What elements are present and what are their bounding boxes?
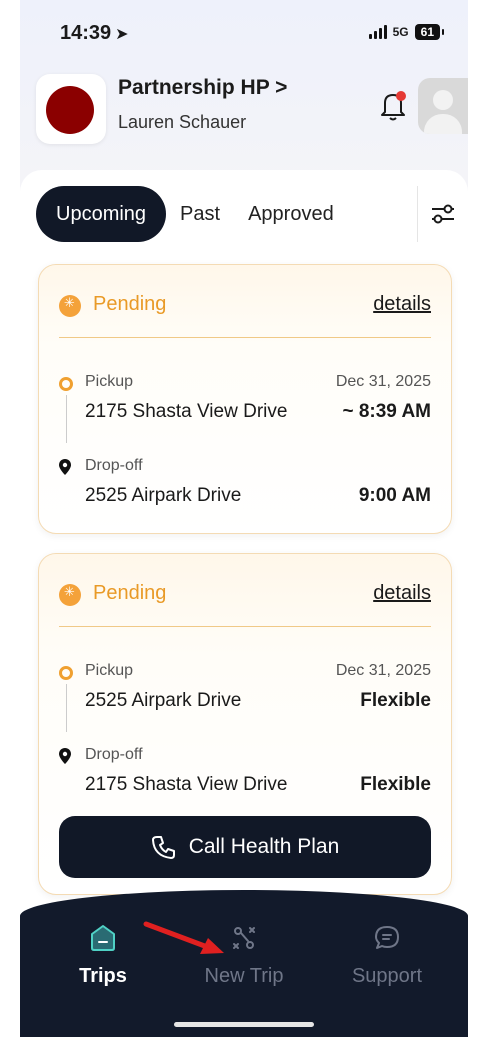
status-indicators: 5G 61 [368, 24, 445, 40]
trip-status-row: Pending details [59, 580, 431, 610]
phone-icon [151, 836, 175, 859]
notification-bell-icon[interactable] [378, 88, 408, 122]
pickup-address: 2525 Airpark Drive [85, 690, 242, 711]
dropoff-stop: Drop-off 2525 Airpark Drive 9:00 AM [59, 457, 431, 517]
status-bar: 14:39 ➤ 5G 61 [20, 0, 468, 62]
location-pin-icon [59, 748, 71, 764]
network-type: 5G [392, 25, 409, 39]
details-link[interactable]: details [373, 293, 431, 316]
dropoff-label: Drop-off [85, 746, 143, 763]
nav-support-label: Support [351, 965, 423, 987]
dropoff-address: 2175 Shasta View Drive [85, 774, 288, 795]
dropoff-stop: Drop-off 2175 Shasta View Drive Flexible [59, 746, 431, 806]
bottom-navigation: Trips New Trip Support [20, 890, 468, 1037]
trip-card[interactable]: Pending details Pickup 2175 Shasta View … [38, 264, 452, 534]
location-arrow-icon: ➤ [115, 26, 129, 43]
call-health-plan-button[interactable]: Call Health Plan [59, 816, 431, 878]
dropoff-address: 2525 Airpark Drive [85, 485, 242, 506]
pickup-stop: Pickup 2175 Shasta View Drive Dec 31, 20… [59, 373, 431, 433]
pickup-time: Flexible [360, 690, 431, 711]
trip-card[interactable]: Pending details Pickup 2525 Airpark Driv… [38, 553, 452, 895]
sliders-icon [432, 204, 454, 224]
dropoff-label: Drop-off [85, 457, 143, 474]
pickup-time: ~ 8:39 AM [342, 401, 431, 422]
trip-status: Pending [93, 293, 167, 315]
tab-approved[interactable]: Approved [234, 186, 348, 242]
health-plan-logo[interactable] [36, 74, 106, 144]
phone-screen: 14:39 ➤ 5G 61 Partnership HP > Lauren Sch… [20, 0, 468, 1037]
status-time: 14:39 ➤ [60, 22, 129, 45]
trips-icon [91, 925, 115, 951]
card-divider [59, 626, 431, 627]
card-divider [59, 337, 431, 338]
chat-icon [375, 926, 399, 949]
filter-button[interactable] [417, 186, 468, 242]
annotation-arrow-icon [143, 921, 224, 954]
pending-icon [59, 295, 81, 317]
home-indicator[interactable] [174, 1022, 314, 1027]
details-link[interactable]: details [373, 582, 431, 605]
call-button-label: Call Health Plan [188, 835, 340, 858]
nav-trips-label: Trips [79, 965, 127, 987]
pickup-label: Pickup [85, 662, 134, 679]
trip-status: Pending [93, 582, 167, 604]
pickup-dot-icon [59, 666, 73, 680]
logo-circle-icon [46, 86, 94, 134]
profile-header: Partnership HP > Lauren Schauer [20, 68, 468, 148]
pickup-stop: Pickup 2525 Airpark Drive Dec 31, 2025 F… [59, 662, 431, 722]
nav-new-trip-label: New Trip [204, 965, 284, 987]
battery-icon: 61 [414, 24, 445, 40]
battery-level: 61 [420, 25, 434, 39]
avatar-body [424, 114, 462, 134]
tab-past[interactable]: Past [166, 186, 234, 242]
pickup-date: Dec 31, 2025 [335, 662, 431, 679]
trip-tabs: Upcoming Past Approved [36, 186, 348, 242]
trip-status-row: Pending details [59, 291, 431, 321]
pickup-date: Dec 31, 2025 [335, 373, 431, 390]
location-pin-icon [59, 459, 71, 475]
trips-panel: Upcoming Past Approved Pending details [20, 170, 468, 930]
route-icon [233, 927, 255, 949]
avatar-head [433, 90, 453, 110]
health-plan-name[interactable]: Partnership HP > [118, 76, 287, 100]
nav-support[interactable]: Support [332, 924, 442, 988]
dropoff-time: Flexible [360, 774, 431, 795]
tab-upcoming[interactable]: Upcoming [36, 186, 167, 242]
pickup-label: Pickup [85, 373, 134, 390]
clock-text: 14:39 [60, 22, 112, 44]
dropoff-time: 9:00 AM [358, 485, 431, 506]
pickup-dot-icon [59, 377, 73, 391]
pickup-address: 2175 Shasta View Drive [85, 401, 288, 422]
pending-icon [59, 584, 81, 606]
signal-bars-icon [368, 25, 387, 39]
avatar[interactable] [418, 78, 468, 134]
member-name: Lauren Schauer [118, 112, 247, 132]
